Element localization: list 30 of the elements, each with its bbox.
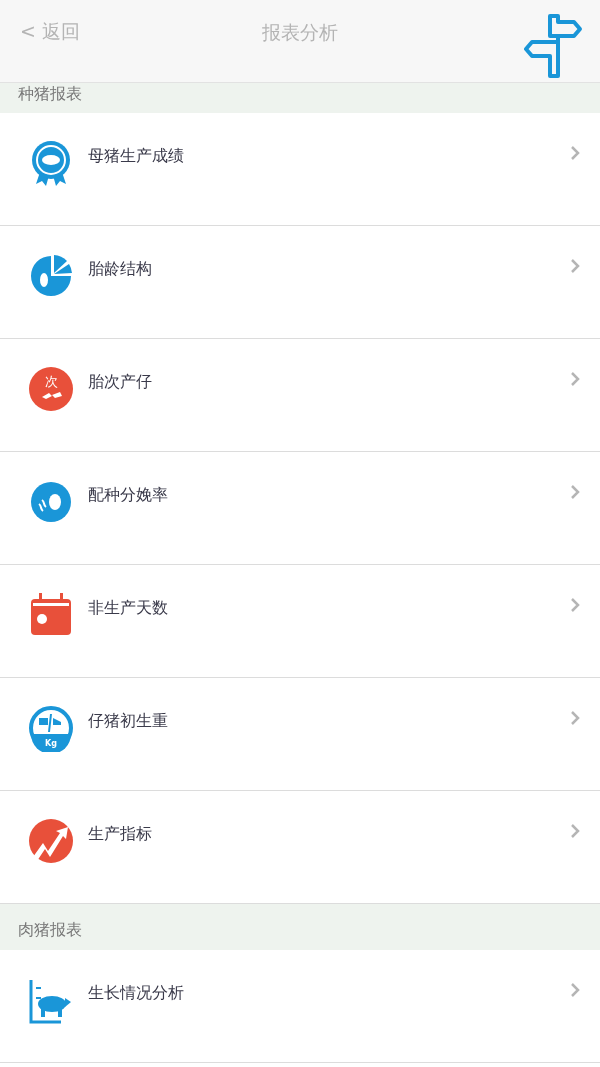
item-label: 生长情况分析 bbox=[88, 983, 184, 1004]
report-item[interactable]: 次 胎次产仔 bbox=[0, 339, 600, 452]
report-item[interactable]: 生长情况分析 bbox=[0, 950, 600, 1063]
report-item[interactable]: 母猪生产成绩 bbox=[0, 113, 600, 226]
item-label: 仔猪初生重 bbox=[88, 711, 168, 732]
report-item[interactable]: 配种分娩率 bbox=[0, 452, 600, 565]
item-label: 母猪生产成绩 bbox=[88, 146, 184, 167]
section-header: 肉猪报表 bbox=[0, 904, 600, 950]
chevron-icon bbox=[570, 597, 580, 613]
signpost-icon[interactable] bbox=[524, 12, 584, 78]
item-label: 生产指标 bbox=[88, 824, 152, 845]
chevron-icon bbox=[570, 823, 580, 839]
chevron-icon bbox=[570, 145, 580, 161]
trend-icon bbox=[27, 817, 75, 865]
badge-icon: 次 bbox=[27, 365, 75, 413]
item-label: 胎次产仔 bbox=[88, 372, 152, 393]
chevron-icon bbox=[570, 258, 580, 274]
item-label: 配种分娩率 bbox=[88, 485, 168, 506]
page-title: 报表分析 bbox=[262, 20, 338, 45]
report-item[interactable]: 胎龄结构 bbox=[0, 226, 600, 339]
item-label: 胎龄结构 bbox=[88, 259, 152, 280]
chevron-icon bbox=[570, 371, 580, 387]
item-label: 非生产天数 bbox=[88, 598, 168, 619]
chevron-icon bbox=[570, 982, 580, 998]
chevron-icon bbox=[570, 484, 580, 500]
section-header: 种猪报表 bbox=[0, 83, 600, 113]
scale-icon: Kg bbox=[27, 704, 75, 752]
report-item[interactable]: 非生产天数 bbox=[0, 565, 600, 678]
report-item[interactable]: Kg 仔猪初生重 bbox=[0, 678, 600, 791]
chevron-icon bbox=[570, 710, 580, 726]
